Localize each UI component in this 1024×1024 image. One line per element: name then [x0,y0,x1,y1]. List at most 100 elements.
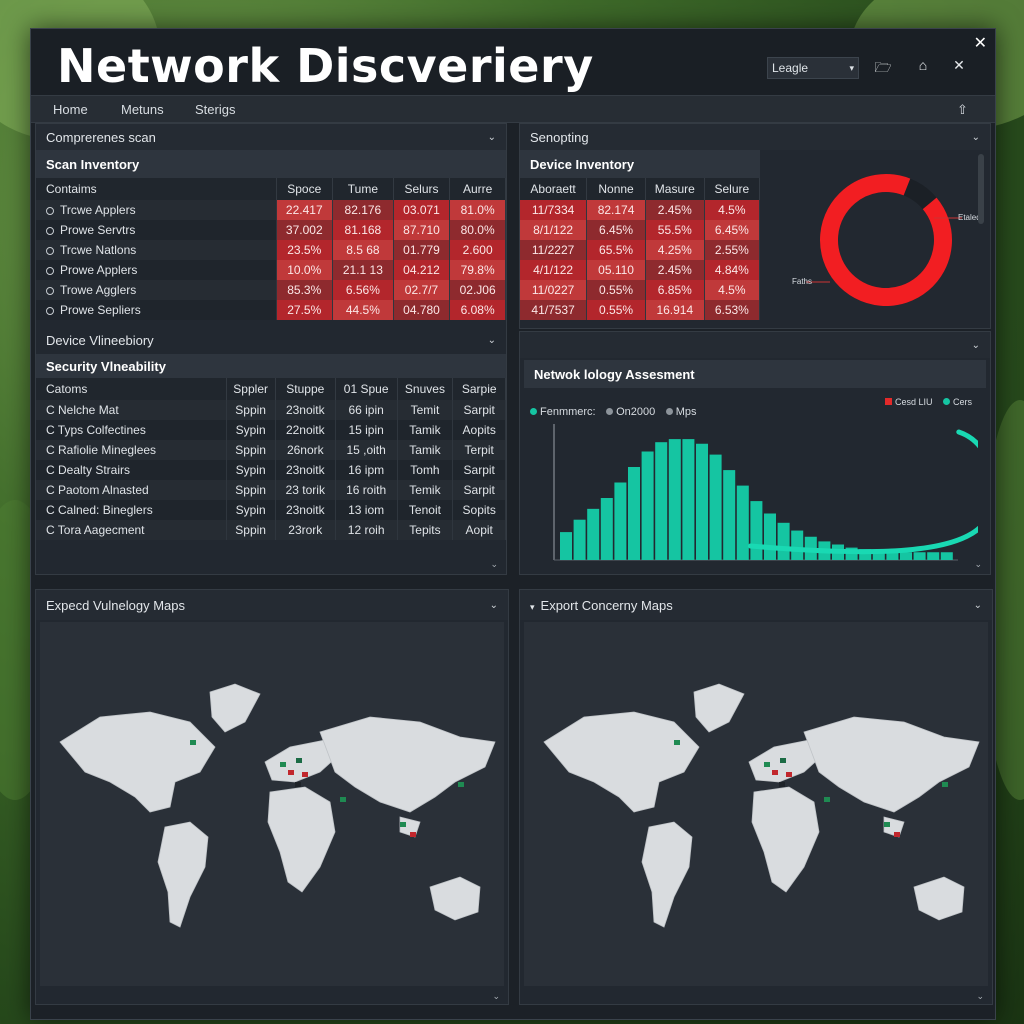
map-marker[interactable] [288,770,294,775]
table-row[interactable]: C Paotom Alnasted Sppin 23 torik 16 roith Te… [36,480,506,500]
chart-bar[interactable] [573,519,586,560]
table-row[interactable]: 11/7334 82.174 2.45% 4.5% [520,200,761,220]
chart-bar[interactable] [560,532,572,560]
chart-bar[interactable] [587,508,600,560]
chart-bar[interactable] [764,513,776,561]
window-close-icon[interactable]: ✕ [974,33,987,53]
table-row[interactable]: C Typs Colfectines Sypin 22noitk 15 ipin Tam… [36,420,506,440]
upload-icon[interactable]: ⇧ [957,102,968,118]
radio-button[interactable] [46,266,54,275]
map-marker[interactable] [942,782,948,787]
map-marker[interactable] [302,772,308,777]
map-marker[interactable] [458,782,464,787]
chart-bar[interactable] [750,501,763,560]
chart-bar[interactable] [940,552,953,560]
chart-bar[interactable] [628,467,640,560]
map-marker[interactable] [779,782,785,787]
column-header[interactable]: Nonne [586,178,646,200]
map-marker[interactable] [786,772,792,777]
radio-button[interactable] [46,226,54,235]
chevron-down-icon[interactable]: ⌄ [490,559,498,570]
table-row[interactable]: 11/0227 0.55% 6.85% 4.5% [520,280,761,300]
column-header[interactable]: Tume [332,178,394,200]
table-row[interactable]: 8/1/122 6.45% 55.5% 6.45% [520,220,761,240]
chart-bar[interactable] [600,498,613,560]
scan-panel-header[interactable]: Comprerenes scan ⌄ [36,124,506,150]
table-row[interactable]: C Nelche Mat Sppin 23noitk 66 ipin Temit Sarp… [36,400,506,420]
map-marker[interactable] [400,822,406,827]
column-header[interactable]: Sarpie [452,378,506,400]
map-marker[interactable] [295,782,301,787]
map-marker[interactable] [674,740,680,745]
chevron-down-icon[interactable]: ⌄ [972,340,980,351]
chart-bar[interactable] [900,552,912,560]
chart-bar[interactable] [614,482,627,561]
map-marker[interactable] [772,770,778,775]
table-row[interactable]: C Dealty Strairs Sypin 23noitk 16 ipm Tomh Sa… [36,460,506,480]
map-marker[interactable] [340,797,346,802]
nav-item-home[interactable]: Home [53,102,88,117]
column-header[interactable]: 01 Spue [335,378,398,400]
chevron-down-icon[interactable]: ⌄ [488,132,496,143]
world-map[interactable] [524,622,988,986]
topology-panel-header[interactable]: ⌄ [520,332,990,358]
chart-bar[interactable] [641,451,654,561]
table-row[interactable]: 41/7537 0.55% 16.914 6.53% [520,300,761,320]
column-header[interactable]: Snuves [397,378,454,400]
column-header[interactable]: Catoms [36,378,227,400]
close-icon[interactable]: ✕ [949,57,969,74]
map-marker[interactable] [410,832,416,837]
table-row[interactable]: Trcwe Applers 22.417 82.176 03.071 81.0% [36,200,506,220]
nav-item-metuns[interactable]: Metuns [121,102,164,117]
language-select[interactable]: Leagle ▾ [767,57,859,79]
chart-bar[interactable] [927,552,940,560]
table-row[interactable]: Prowe Servtrs 37.002 81.168 87.710 80.0% [36,220,506,240]
table-row[interactable]: Prowe Applers 10.0% 21.1 13 04.212 79.8% [36,260,506,280]
table-row[interactable]: C Calned: Bineglers Sypin 23noitk 13 iom Ten… [36,500,506,520]
map-marker[interactable] [296,758,302,763]
scrollbar[interactable] [978,154,984,224]
map-marker[interactable] [764,762,770,767]
chevron-down-icon[interactable]: ⌄ [492,991,500,1002]
table-row[interactable]: C Rafiolie Mineglees Sppin 26nork 15 ,oith T… [36,440,506,460]
map-marker[interactable] [884,822,890,827]
chart-bar[interactable] [791,530,804,560]
chart-bar[interactable] [736,485,749,560]
nav-item-settings[interactable]: Sterigs [195,102,235,117]
table-row[interactable]: Trowe Agglers 85.3% 6.56% 02.7/7 02.J06 [36,280,506,300]
chart-bar[interactable] [696,443,708,560]
chart-bar[interactable] [777,522,790,560]
map-marker[interactable] [280,762,286,767]
chart-bar[interactable] [913,552,926,560]
map-marker[interactable] [190,740,196,745]
world-map[interactable] [40,622,504,986]
chart-bar[interactable] [723,470,736,560]
chevron-down-icon[interactable]: ⌄ [490,600,498,611]
chart-bar[interactable] [668,439,681,560]
chart-bar[interactable] [655,442,668,560]
chart-bar[interactable] [682,439,695,560]
column-header[interactable]: Stuppe [275,378,336,400]
vuln-panel-header[interactable]: Device Vlineebiory ⌄ [36,326,506,354]
column-header[interactable]: Spoce [276,178,334,200]
column-header[interactable]: Aurre [449,178,506,200]
table-row[interactable]: C Tora Aagecment Sppin 23rork 12 roih Tepits… [36,520,506,540]
radio-button[interactable] [46,246,54,255]
chart-bar[interactable] [709,454,722,560]
radio-button[interactable] [46,286,54,295]
chevron-down-icon[interactable]: ⌄ [976,991,984,1002]
table-row[interactable]: Prowe Sepliers 27.5% 44.5% 04.780 6.08% [36,300,506,320]
table-row[interactable]: 4/1/122 05.110 2.45% 4.84% [520,260,761,280]
table-row[interactable]: 11/2227 65.5% 4.25% 2.55% [520,240,761,260]
chevron-down-icon[interactable]: ⌄ [974,559,982,570]
column-header[interactable]: Aboraett [520,178,588,200]
column-header[interactable]: Selurs [393,178,451,200]
column-header[interactable]: Masure [645,178,705,200]
map-marker[interactable] [824,797,830,802]
chevron-down-icon[interactable]: ⌄ [488,335,496,346]
chevron-down-icon[interactable]: ⌄ [972,132,980,143]
column-header[interactable]: Selure [704,178,761,200]
folder-icon[interactable]: 🗁 [873,57,893,81]
column-header[interactable]: Contaims [36,178,277,200]
table-row[interactable]: Trcwe Natlons 23.5% 8.5 68 01.779 2.600 [36,240,506,260]
